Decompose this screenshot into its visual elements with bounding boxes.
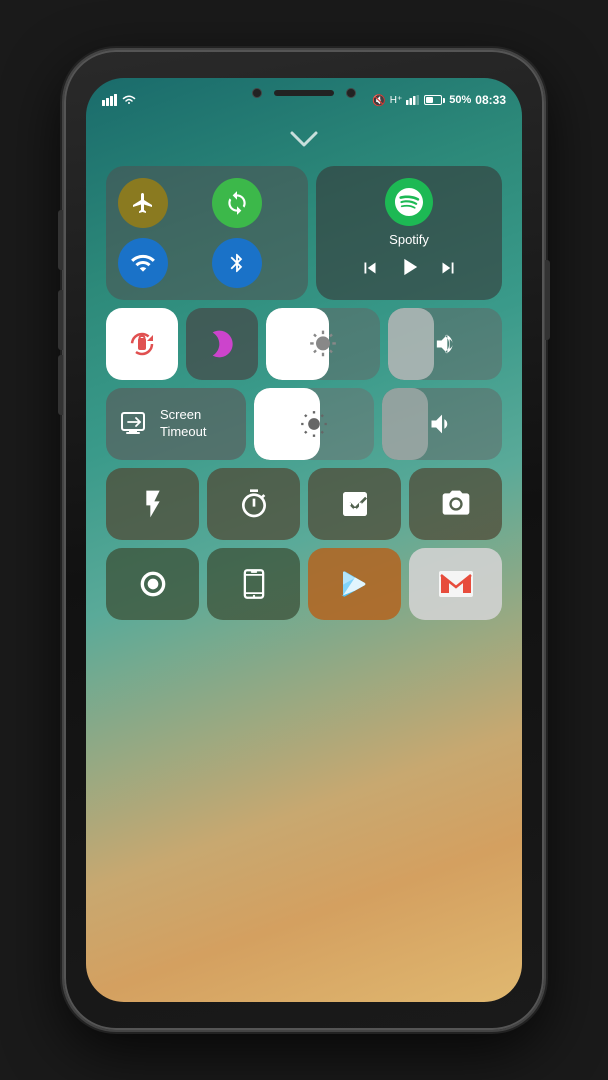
sync-button[interactable] [212,178,262,228]
lock-rotation-icon [124,326,160,362]
gmail-icon [439,571,473,597]
middle-section [106,308,502,380]
play-icon [395,253,423,281]
bluetooth-icon [226,250,248,276]
wifi-icon [130,250,156,276]
toggles-grid [106,166,308,300]
speaker-grille [274,90,334,96]
chevron-down-icon[interactable] [289,128,319,154]
control-panel: Spotify [106,166,502,982]
brightness-icon [309,330,337,358]
do-not-disturb-button[interactable] [186,308,258,380]
play-store-icon [339,568,371,600]
time-display: 08:33 [475,93,506,107]
screen-timeout-button[interactable]: ScreenTimeout [106,388,246,460]
screen-timeout-label: ScreenTimeout [160,407,206,441]
sensor [346,88,356,98]
front-camera [252,88,262,98]
bluetooth-toggle-button[interactable] [212,238,262,288]
screen-timeout-section: ScreenTimeout [106,388,502,460]
brightness-slider[interactable] [266,308,380,380]
timer-button[interactable] [207,468,300,540]
mute-icon: 🔇 [372,94,386,107]
phone-mirror-button[interactable] [207,548,300,620]
status-bar: 🔇 H⁺ 50% 08:33 [86,78,522,114]
signal-strength: H⁺ [390,95,403,106]
wifi-status-icon [122,95,136,105]
top-section: Spotify [106,166,502,300]
play-store-button[interactable] [308,548,401,620]
moon-icon [206,328,238,360]
timer-icon [238,488,270,520]
battery-icon [424,95,445,105]
previous-button[interactable] [359,257,381,285]
brightness-control-tile[interactable] [254,388,374,460]
spotify-label: Spotify [389,232,429,247]
spotify-panel[interactable]: Spotify [316,166,502,300]
flashlight-icon [137,488,169,520]
skip-back-icon [359,257,381,279]
record-icon [137,568,169,600]
sync-icon [224,190,250,216]
lock-rotation-button[interactable] [106,308,178,380]
wifi-toggle-button[interactable] [118,238,168,288]
camera-icon [440,488,472,520]
volume-fill [388,308,434,380]
signal-icon [102,94,118,106]
phone-shell: 🔇 H⁺ 50% 08:33 [64,50,544,1030]
play-button[interactable] [395,253,423,288]
phone-mirror-icon [240,568,268,600]
volume-control-tile[interactable] [382,388,502,460]
media-controls [359,253,459,288]
volume-slider[interactable] [388,308,502,380]
calculator-button[interactable] [308,468,401,540]
camera-button[interactable] [409,468,502,540]
volume-icon [431,330,459,358]
airplane-icon [131,191,155,215]
apps-row-1 [106,468,502,540]
screen-record-button[interactable] [106,548,199,620]
volume-level [382,388,428,460]
signal-bars-icon [406,95,420,105]
spotify-icon [395,188,423,216]
apps-row-2 [106,548,502,620]
screen-timeout-icon [120,411,150,437]
next-button[interactable] [437,257,459,285]
skip-forward-icon [437,257,459,279]
gmail-button[interactable] [409,548,502,620]
calculator-icon [339,488,371,520]
volume-speaker-icon [428,410,456,438]
status-right-icons: 🔇 H⁺ 50% 08:33 [372,93,506,107]
status-left-icons [102,94,136,106]
camera-area [252,88,356,98]
spotify-logo [385,178,433,226]
sun-icon [300,410,328,438]
battery-percent: 50% [449,94,471,106]
phone-screen: 🔇 H⁺ 50% 08:33 [86,78,522,1002]
airplane-mode-button[interactable] [118,178,168,228]
flashlight-button[interactable] [106,468,199,540]
